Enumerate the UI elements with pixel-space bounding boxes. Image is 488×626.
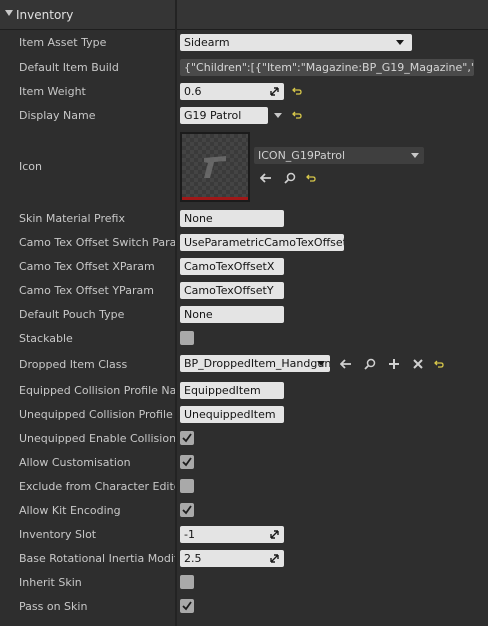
exclude-char-editor-checkbox[interactable] <box>180 479 194 493</box>
allow-customisation-label: Allow Customisation <box>19 456 131 469</box>
reset-to-default-icon[interactable] <box>292 86 302 96</box>
checkmark-icon <box>182 457 192 467</box>
allow-kit-encoding-checkbox[interactable] <box>180 503 194 517</box>
item-weight-value: 0.6 <box>184 85 202 98</box>
browse-back-icon[interactable] <box>340 358 352 370</box>
section-title: Inventory <box>16 8 74 22</box>
display-name-label: Display Name <box>19 109 96 122</box>
camo-switch-param-label: Camo Tex Offset Switch Param <box>19 236 175 249</box>
allow-customisation-checkbox[interactable] <box>180 455 194 469</box>
icon-asset-combo[interactable]: ICON_G19Patrol <box>254 147 424 164</box>
chevron-down-icon[interactable] <box>274 113 282 118</box>
dropped-item-class-combo[interactable]: BP_DroppedItem_Handgun <box>180 355 330 372</box>
icon-label: Icon <box>19 160 42 173</box>
dropped-item-class-value: BP_DroppedItem_Handgun <box>184 357 330 370</box>
pistol-icon <box>204 156 226 178</box>
unequipped-collision-label: Unequipped Collision Profile Name <box>19 408 175 421</box>
item-asset-type-label: Item Asset Type <box>19 36 107 49</box>
inherit-skin-checkbox[interactable] <box>180 575 194 589</box>
dropped-item-class-label: Dropped Item Class <box>19 358 128 371</box>
checkmark-icon <box>182 433 192 443</box>
camo-switch-param-field[interactable]: UseParametricCamoTexOffset <box>180 234 344 251</box>
skin-material-prefix-label: Skin Material Prefix <box>19 212 125 225</box>
base-rot-inertia-spinbox[interactable]: 2.5 <box>180 550 284 567</box>
column-splitter[interactable] <box>175 0 177 626</box>
reset-to-default-icon[interactable] <box>292 110 302 120</box>
stackable-label: Stackable <box>19 332 73 345</box>
spinner-icon[interactable] <box>270 554 279 563</box>
chevron-down-icon <box>411 153 419 158</box>
display-name-field[interactable]: G19 Patrol <box>180 107 268 124</box>
checkmark-icon <box>182 601 192 611</box>
allow-kit-encoding-label: Allow Kit Encoding <box>19 504 121 517</box>
inventory-slot-value: -1 <box>184 528 195 541</box>
asset-type-color-bar <box>182 197 248 200</box>
spinner-icon[interactable] <box>270 87 279 96</box>
search-icon[interactable] <box>284 172 296 184</box>
default-item-build-label: Default Item Build <box>19 61 119 74</box>
equipped-collision-label: Equipped Collision Profile Name <box>19 384 175 397</box>
inventory-slot-spinbox[interactable]: -1 <box>180 526 284 543</box>
add-icon[interactable] <box>388 358 400 370</box>
icon-thumbnail[interactable] <box>180 132 250 202</box>
item-asset-type-value: Sidearm <box>184 36 230 49</box>
camo-x-param-label: Camo Tex Offset XParam <box>19 260 155 273</box>
browse-back-icon[interactable] <box>260 172 272 184</box>
default-pouch-type-field[interactable]: None <box>180 306 284 323</box>
search-icon[interactable] <box>364 358 376 370</box>
camo-y-param-field[interactable]: CamoTexOffsetY <box>180 282 284 299</box>
default-pouch-type-label: Default Pouch Type <box>19 308 125 321</box>
item-weight-spinbox[interactable]: 0.6 <box>180 83 284 100</box>
inventory-slot-label: Inventory Slot <box>19 528 97 541</box>
skin-material-prefix-field[interactable]: None <box>180 210 284 227</box>
spinner-icon[interactable] <box>270 530 279 539</box>
inherit-skin-label: Inherit Skin <box>19 576 82 589</box>
pass-on-skin-label: Pass on Skin <box>19 600 88 613</box>
camo-y-param-label: Camo Tex Offset YParam <box>19 284 154 297</box>
stackable-checkbox[interactable] <box>180 331 194 345</box>
unequipped-collision-field[interactable]: UnequippedItem <box>180 406 284 423</box>
item-asset-type-combo[interactable]: Sidearm <box>180 34 412 51</box>
base-rot-inertia-label: Base Rotational Inertia Modifier <box>19 552 175 565</box>
chevron-down-icon <box>396 40 404 45</box>
reset-to-default-icon[interactable] <box>434 359 444 369</box>
pass-on-skin-checkbox[interactable] <box>180 599 194 613</box>
exclude-char-editor-label: Exclude from Character Editor <box>19 480 175 493</box>
collapse-arrow-icon[interactable] <box>5 10 13 16</box>
item-weight-label: Item Weight <box>19 85 86 98</box>
chevron-down-icon <box>317 361 325 366</box>
checkmark-icon <box>182 505 192 515</box>
equipped-collision-field[interactable]: EquippedItem <box>180 382 284 399</box>
clear-icon[interactable] <box>412 358 424 370</box>
base-rot-inertia-value: 2.5 <box>184 552 202 565</box>
unequipped-enable-collision-checkbox[interactable] <box>180 431 194 445</box>
inventory-section-header[interactable]: Inventory <box>0 0 488 30</box>
icon-asset-value: ICON_G19Patrol <box>258 149 346 162</box>
camo-x-param-field[interactable]: CamoTexOffsetX <box>180 258 284 275</box>
reset-to-default-icon[interactable] <box>306 173 316 183</box>
default-item-build-field[interactable]: {"Children":[{"Item":"Magazine:BP_G19_Ma… <box>180 59 474 76</box>
unequipped-enable-collision-label: Unequipped Enable Collision <box>19 432 175 445</box>
